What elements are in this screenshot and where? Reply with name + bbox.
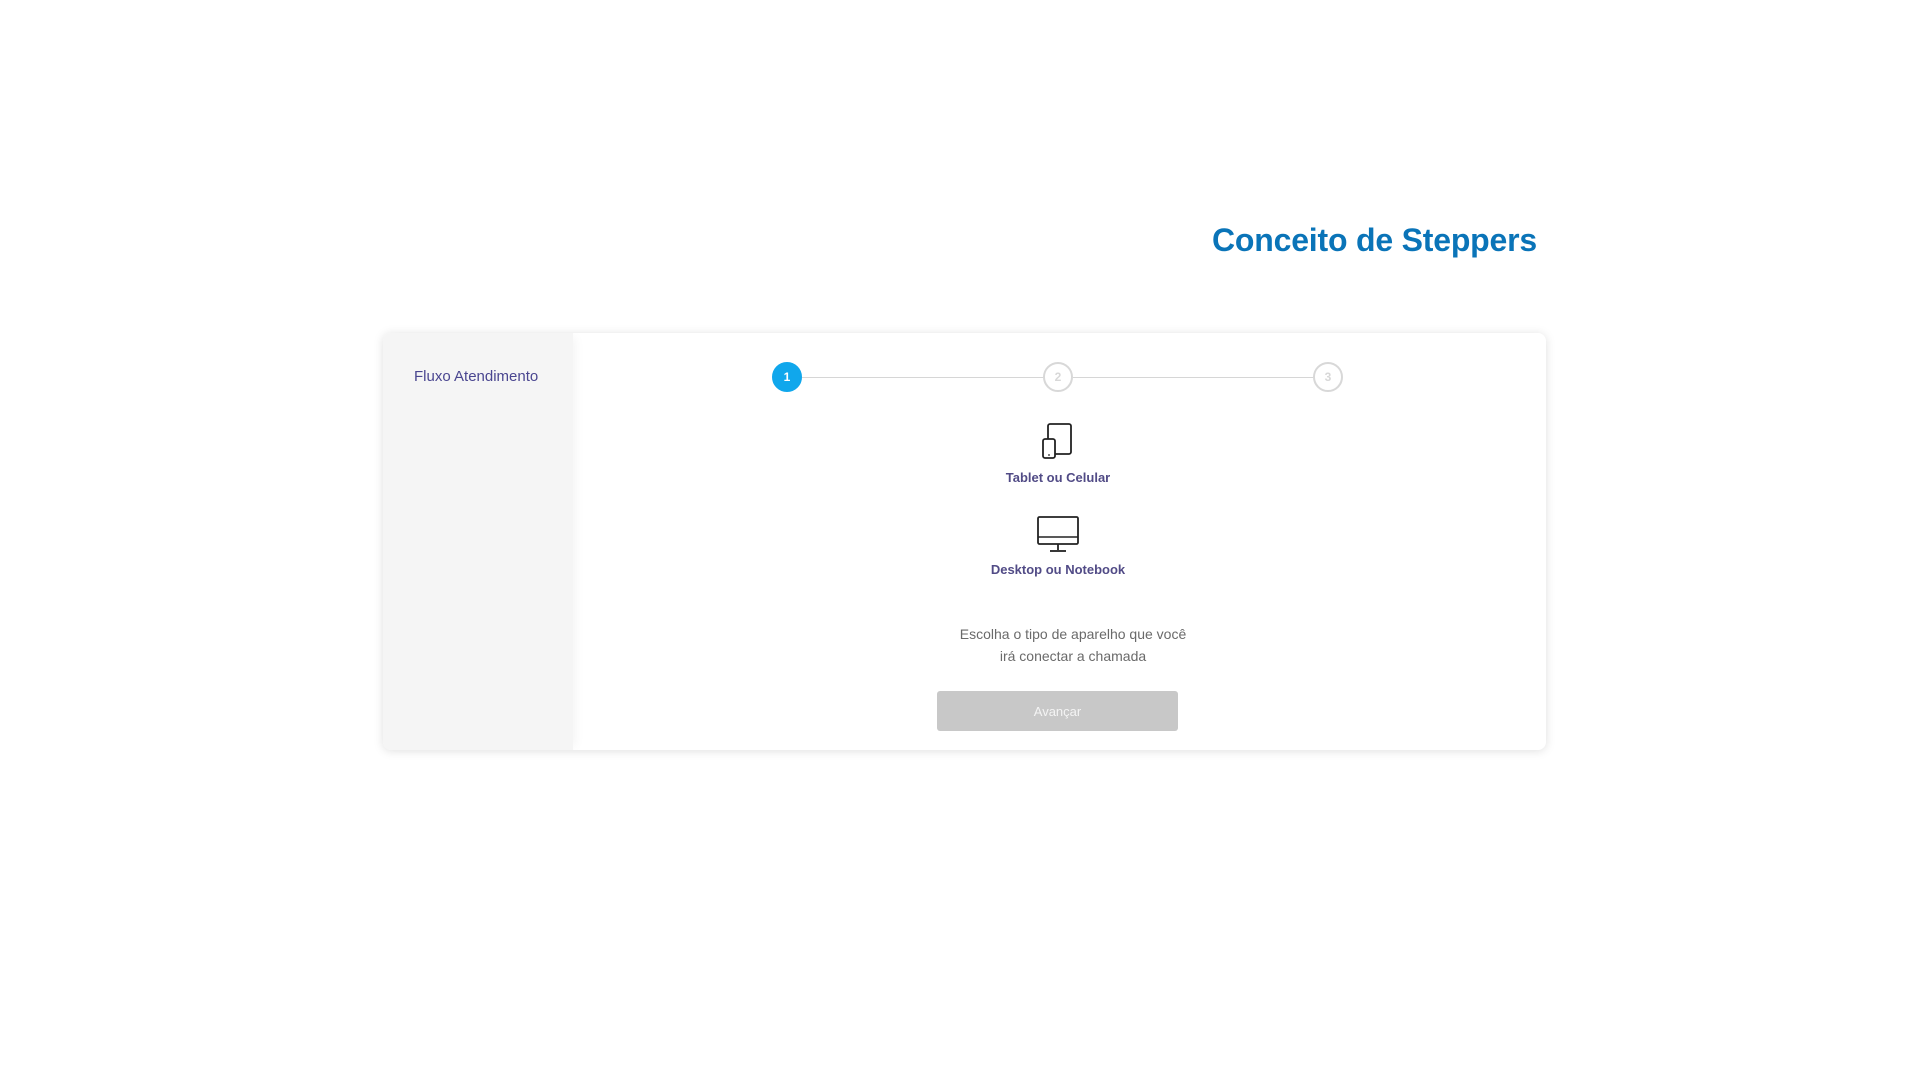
desktop-monitor-icon bbox=[1037, 516, 1079, 552]
instruction-line-2: irá conectar a chamada bbox=[999, 648, 1147, 664]
device-option-desktop[interactable]: Desktop ou Notebook bbox=[938, 515, 1178, 577]
step-1[interactable]: 1 bbox=[772, 362, 802, 392]
step-3[interactable]: 3 bbox=[1313, 362, 1343, 392]
step-connector bbox=[802, 377, 1043, 378]
sidebar: Fluxo Atendimento bbox=[383, 333, 573, 750]
page-title: Conceito de Steppers bbox=[1212, 222, 1537, 258]
next-button[interactable]: Avançar bbox=[937, 691, 1178, 731]
stepper: 1 2 3 bbox=[772, 362, 1343, 394]
instruction-text: Escolha o tipo de aparelho que você irá … bbox=[923, 623, 1223, 667]
device-label: Desktop ou Notebook bbox=[990, 562, 1126, 577]
tablet-phone-icon bbox=[1042, 423, 1072, 459]
sidebar-title: Fluxo Atendimento bbox=[414, 368, 539, 385]
step-connector bbox=[1073, 377, 1313, 378]
step-2[interactable]: 2 bbox=[1043, 362, 1073, 392]
stepper-card: Fluxo Atendimento 1 2 3 Tablet ou Celula… bbox=[383, 333, 1546, 750]
device-option-tablet[interactable]: Tablet ou Celular bbox=[938, 422, 1178, 485]
device-label: Tablet ou Celular bbox=[1005, 470, 1111, 485]
instruction-line-1: Escolha o tipo de aparelho que você bbox=[959, 626, 1187, 642]
